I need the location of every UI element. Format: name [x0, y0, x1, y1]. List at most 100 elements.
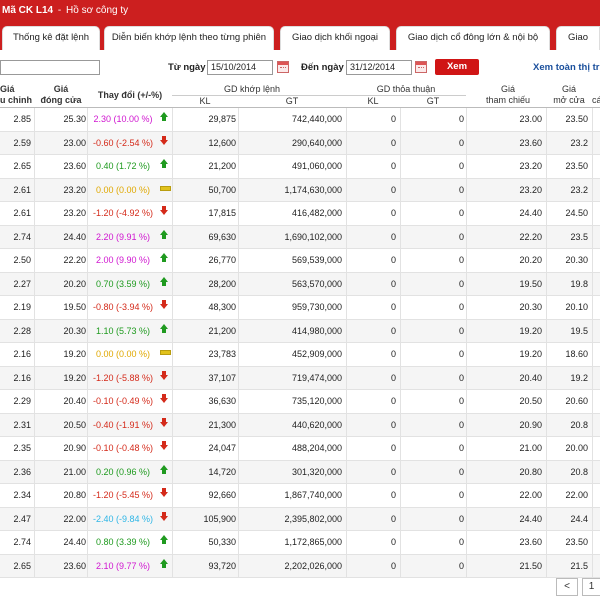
- cell-adj: 2.16: [13, 349, 31, 359]
- cell-close: 23.20: [63, 208, 86, 218]
- column-divider: [592, 155, 593, 178]
- table-row: 2.28 20.30 1.10 (5.73 %) 21,200 414,980,000 0…: [0, 319, 600, 343]
- cell-tgt: 0: [458, 443, 464, 453]
- cell-gt: 440,620,000: [291, 419, 342, 430]
- cell-ref: 20.30: [519, 302, 542, 312]
- column-divider: [592, 249, 593, 272]
- cell-kl: 50,330: [208, 537, 236, 547]
- cell-change: 0.00 (0.00 %): [95, 349, 151, 359]
- cell-adj: 2.36: [13, 466, 31, 477]
- cell-open: 24.50: [565, 208, 588, 218]
- cell-gt: 290,640,000: [291, 137, 342, 148]
- cell-ref: 22.00: [519, 490, 542, 500]
- col-change: Thay đổi (+/-%): [97, 90, 163, 100]
- cell-kl: 50,700: [208, 184, 236, 195]
- cell-tkl: 0: [390, 278, 396, 289]
- cell-ref: 23.60: [519, 537, 542, 547]
- tab-more[interactable]: Giao: [556, 26, 600, 50]
- cell-tkl: 0: [390, 349, 396, 359]
- column-divider: [466, 484, 467, 507]
- col-matched-group: GD khớp lệnh: [224, 84, 280, 94]
- stock-search-input[interactable]: [0, 60, 100, 75]
- cell-close: 20.20: [63, 278, 86, 289]
- view-button[interactable]: Xem: [435, 59, 479, 75]
- arrow-down-icon: [160, 300, 168, 309]
- arrow-up-icon: [160, 535, 168, 544]
- cell-tkl: 0: [390, 419, 396, 430]
- cell-tgt: 0: [458, 231, 464, 242]
- cell-gt: 735,120,000: [291, 396, 342, 406]
- column-divider: [466, 460, 467, 483]
- view-whole-market-link[interactable]: Xem toàn thị trư: [533, 60, 600, 75]
- cell-gt: 569,539,000: [291, 255, 342, 265]
- cell-ref: 21.50: [519, 560, 542, 571]
- cell-tkl: 0: [390, 255, 396, 265]
- cell-tgt: 0: [458, 278, 464, 289]
- cell-tkl: 0: [390, 184, 396, 195]
- cell-change: -0.60 (-2.54 %): [92, 137, 154, 148]
- cell-kl: 92,660: [208, 490, 236, 500]
- col-next: cá: [592, 95, 600, 105]
- column-divider: [592, 343, 593, 366]
- cell-tgt: 0: [458, 325, 464, 336]
- cell-kl: 36,630: [208, 396, 236, 406]
- cell-ref: 21.00: [519, 443, 542, 453]
- cell-gt: 491,060,000: [291, 161, 342, 171]
- cell-tgt: 0: [458, 560, 464, 571]
- cell-tgt: 0: [458, 396, 464, 406]
- cell-open: 20.8: [570, 419, 588, 430]
- cell-change: -1.20 (-5.45 %): [92, 490, 154, 500]
- to-date-input[interactable]: 31/12/2014: [346, 60, 412, 75]
- tab-insider-trading[interactable]: Giao dịch cổ đông lớn & nội bộ: [396, 26, 550, 50]
- cell-change: -0.80 (-3.94 %): [92, 302, 154, 312]
- cell-tkl: 0: [390, 114, 396, 124]
- cell-tkl: 0: [390, 466, 396, 477]
- cell-adj: 2.74: [13, 231, 31, 242]
- cell-kl: 93,720: [208, 560, 236, 571]
- cell-ref: 24.40: [519, 208, 542, 218]
- calendar-icon[interactable]: [277, 61, 289, 73]
- column-divider: [592, 225, 593, 248]
- cell-ref: 23.20: [519, 161, 542, 171]
- no-change-icon: [160, 183, 171, 192]
- cell-adj: 2.35: [13, 443, 31, 453]
- column-divider: [466, 155, 467, 178]
- col-close-line1: Giá: [53, 84, 69, 94]
- cell-change: 2.10 (9.77 %): [95, 560, 151, 571]
- column-divider: [592, 390, 593, 413]
- cell-adj: 2.85: [13, 114, 31, 124]
- from-date-input[interactable]: 15/10/2014: [207, 60, 273, 75]
- tab-matching-history[interactable]: Diễn biến khớp lệnh theo từng phiên: [104, 26, 274, 50]
- table-row: 2.74 24.40 0.80 (3.39 %) 50,330 1,172,865,00…: [0, 531, 600, 555]
- pager-prev-button[interactable]: <: [556, 578, 578, 596]
- pager-page-button[interactable]: 1: [582, 578, 600, 596]
- cell-open: 23.2: [570, 184, 588, 195]
- cell-change: -2.40 (-9.84 %): [92, 513, 154, 524]
- tab-order-stats[interactable]: Thống kê đặt lệnh: [2, 26, 100, 50]
- from-date-label: Từ ngày: [168, 62, 206, 73]
- cell-tgt: 0: [458, 208, 464, 218]
- cell-change: 0.40 (1.72 %): [95, 161, 151, 171]
- cell-ref: 19.20: [519, 325, 542, 336]
- cell-close: 24.40: [63, 231, 86, 242]
- cell-gt: 719,474,000: [291, 372, 342, 383]
- cell-change: -0.40 (-1.91 %): [92, 419, 154, 430]
- cell-open: 19.5: [570, 325, 588, 336]
- col-adjusted-line2: u chỉnh: [0, 95, 32, 105]
- cell-ref: 22.20: [519, 231, 542, 242]
- cell-close: 20.80: [63, 490, 86, 500]
- cell-adj: 2.61: [13, 208, 31, 218]
- cell-adj: 2.29: [13, 396, 31, 406]
- cell-change: 1.10 (5.73 %): [95, 325, 151, 336]
- calendar-icon[interactable]: [415, 61, 427, 73]
- table-row: 2.85 25.30 2.30 (10.00 %) 29,875 742,440,000…: [0, 108, 600, 132]
- company-profile-link[interactable]: Hồ sơ công ty: [66, 5, 128, 16]
- cell-gt: 416,482,000: [291, 208, 342, 218]
- column-divider: [592, 131, 593, 154]
- tab-foreign-trading[interactable]: Giao dịch khối ngoại: [280, 26, 390, 50]
- col-reference-line2: tham chiếu: [485, 95, 531, 105]
- cell-kl: 21,200: [208, 325, 236, 336]
- cell-open: 20.00: [565, 443, 588, 453]
- cell-tkl: 0: [390, 443, 396, 453]
- column-divider: [466, 319, 467, 342]
